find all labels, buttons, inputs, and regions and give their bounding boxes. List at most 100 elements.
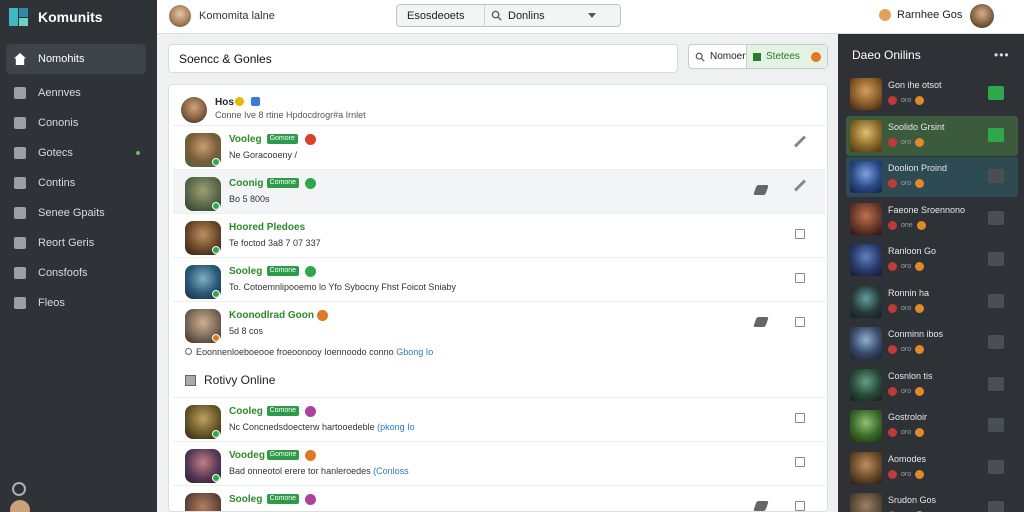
activity-text: Bad onneotol erere tor hanleroedes (Conl…: [229, 466, 409, 476]
avatar[interactable]: [850, 285, 882, 318]
filter-left[interactable]: Esosdeoets: [397, 5, 485, 26]
user-name[interactable]: Voodeg: [229, 450, 265, 461]
avatar[interactable]: [181, 97, 207, 123]
message-button[interactable]: [988, 459, 1004, 474]
friend-item[interactable]: Ronnin ha oro: [846, 282, 1018, 322]
sidebar-item-7[interactable]: Consfoofs: [6, 258, 146, 288]
message-button[interactable]: [988, 127, 1004, 142]
friend-status: oro: [888, 137, 925, 147]
status-filter-button[interactable]: Stetees: [747, 45, 827, 68]
avatar[interactable]: [850, 202, 882, 235]
user-name[interactable]: Cooleg: [229, 406, 263, 417]
avatar[interactable]: [850, 244, 882, 276]
user-name[interactable]: Coonig: [229, 178, 263, 189]
expand-icon[interactable]: [795, 457, 805, 467]
user-name[interactable]: Sooleg: [229, 494, 262, 505]
friend-item[interactable]: Soolido Grsint oro: [846, 115, 1018, 156]
avatar[interactable]: [850, 119, 882, 152]
chevron-down-icon[interactable]: [588, 13, 596, 18]
message-button[interactable]: [988, 293, 1004, 308]
name-filter-button[interactable]: Nomoer: [689, 45, 747, 68]
feed-note-link[interactable]: Gbong Io: [396, 347, 433, 357]
message-button[interactable]: [988, 169, 1004, 183]
sidebar-item-5[interactable]: Senee Gpaits: [6, 198, 146, 228]
feed-row: Cooleg Comone Nc Concnedsdoecterw hartooed…: [173, 397, 825, 441]
app-logo-icon: [9, 8, 28, 26]
expand-icon[interactable]: [795, 413, 805, 423]
avatar[interactable]: [185, 177, 221, 211]
activity-text-main: Te foctod 3a8 7 07 337: [229, 238, 321, 248]
sidebar-item-4[interactable]: Contins: [6, 168, 146, 198]
message-button[interactable]: [988, 418, 1004, 432]
avatar[interactable]: [850, 161, 882, 193]
message-button[interactable]: [988, 501, 1004, 512]
expand-icon[interactable]: [795, 273, 805, 283]
avatar[interactable]: [970, 4, 994, 28]
edit-icon[interactable]: [793, 179, 807, 192]
filter-select[interactable]: Esosdeoets Donlins: [396, 4, 621, 27]
message-button[interactable]: [988, 210, 1004, 225]
avatar[interactable]: [850, 327, 882, 359]
sidebar-item-6[interactable]: Reort Geris: [6, 228, 146, 258]
more-icon[interactable]: •••: [994, 48, 1010, 62]
avatar[interactable]: [850, 78, 882, 110]
message-button[interactable]: [988, 335, 1004, 349]
settings-icon: [14, 267, 26, 279]
user-name[interactable]: Hoored Pledoes: [229, 222, 305, 233]
friend-item[interactable]: Aomodes oro: [846, 448, 1018, 488]
friend-item[interactable]: Gon ihe otsot oro: [846, 74, 1018, 114]
pin-icon[interactable]: [753, 185, 769, 195]
toolbar: Nomoer Stetees: [688, 44, 828, 69]
user-name[interactable]: Koonodlrad Goon: [229, 310, 314, 321]
sidebar-item-2[interactable]: Cononis: [6, 108, 146, 138]
activity-link[interactable]: (Conloss: [373, 466, 409, 476]
games-icon: [14, 147, 26, 159]
sidebar-item-3[interactable]: Gotecs: [6, 138, 146, 168]
friend-item[interactable]: Ranloon Go oro: [846, 240, 1018, 280]
friend-item[interactable]: Faeone Sroennono one: [846, 199, 1018, 239]
friend-item[interactable]: Cosnlon tis oro: [846, 365, 1018, 405]
friend-status-text: one: [901, 221, 913, 229]
filter-right[interactable]: Donlins: [485, 10, 620, 22]
avatar[interactable]: [850, 451, 882, 484]
user-name[interactable]: Vooleg: [229, 134, 262, 145]
game-icon: [304, 406, 316, 417]
game-icon: [304, 134, 316, 145]
avatar[interactable]: [850, 368, 882, 401]
help-icon[interactable]: [12, 482, 26, 496]
friend-item[interactable]: Gostroloir oro: [846, 406, 1018, 446]
avatar[interactable]: [185, 405, 221, 439]
message-button[interactable]: [988, 86, 1004, 100]
expand-icon[interactable]: [795, 317, 805, 327]
friends-panel: Daeo Onilins ••• Gon ihe otsot oro Soolido…: [838, 34, 1024, 512]
pin-icon[interactable]: [753, 501, 769, 511]
avatar[interactable]: [185, 449, 221, 483]
feed-header-name: Hos: [215, 97, 234, 108]
sidebar-item-0[interactable]: Nomohits: [6, 44, 146, 74]
avatar[interactable]: [850, 493, 882, 512]
friend-item[interactable]: Doolion Proind oro: [846, 157, 1018, 197]
avatar[interactable]: [850, 410, 882, 442]
feed-row: Hoored Pledoes Te foctod 3a8 7 07 337: [173, 213, 825, 257]
brand[interactable]: Komunits: [0, 0, 157, 34]
pin-icon[interactable]: [753, 317, 769, 327]
avatar[interactable]: [169, 5, 191, 27]
friend-item[interactable]: Conminn ibos oro: [846, 323, 1018, 363]
message-button[interactable]: [988, 376, 1004, 391]
avatar[interactable]: [10, 500, 30, 512]
expand-icon[interactable]: [795, 229, 805, 239]
message-button[interactable]: [988, 252, 1004, 266]
avatar[interactable]: [185, 493, 221, 511]
avatar[interactable]: [185, 133, 221, 167]
sidebar-item-1[interactable]: Aennves: [6, 78, 146, 108]
user-name[interactable]: Sooleg: [229, 266, 262, 277]
avatar[interactable]: [185, 309, 221, 343]
avatar[interactable]: [185, 265, 221, 299]
avatar[interactable]: [185, 221, 221, 255]
friend-item[interactable]: Srudon Gosoro: [846, 489, 1018, 512]
sidebar-item-8[interactable]: Fleos: [6, 288, 146, 318]
user-menu[interactable]: Rarnhee Gos: [879, 9, 962, 21]
expand-icon[interactable]: [795, 501, 805, 511]
activity-link[interactable]: (pkong Io: [377, 422, 415, 432]
edit-icon[interactable]: [793, 135, 807, 148]
